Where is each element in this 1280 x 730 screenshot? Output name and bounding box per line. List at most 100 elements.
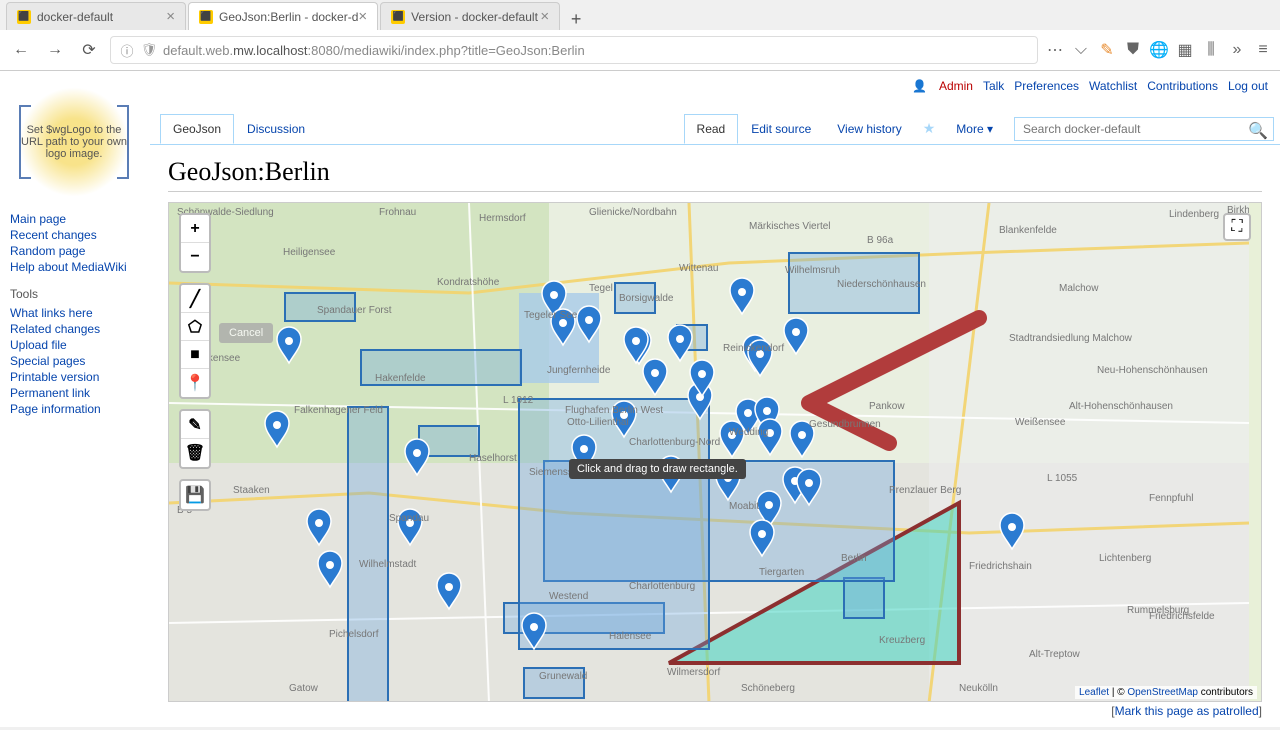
hamburger-icon[interactable]: ≡ [1254,41,1272,59]
cancel-button[interactable]: Cancel [219,323,273,343]
leaflet-link[interactable]: Leaflet [1079,687,1109,698]
map-place-label: Tiergarten [759,567,804,578]
patrol-footer: [Mark this page as patrolled] [168,704,1262,718]
tab-label: GeoJson:Berlin - docker-d [219,10,358,24]
contribs-link[interactable]: Contributions [1147,79,1218,93]
user-link[interactable]: Admin [939,79,973,93]
page: 👤 Admin Talk Preferences Watchlist Contr… [0,71,1280,727]
forward-button[interactable]: → [42,37,68,63]
mark-patrolled-link[interactable]: Mark this page as patrolled [1115,704,1259,718]
url-path: :8080/mediawiki/index.php?title=GeoJson:… [308,43,585,58]
map-place-label: Märkisches Viertel [749,221,831,232]
map-place-label: Prenzlauer Berg [889,485,961,496]
sidebar-tool-link[interactable]: Special pages [10,353,138,369]
address-bar-row: ← → ⟳ ⓘ 🛡 default.web.mw.localhost:8080/… [0,30,1280,70]
url-input[interactable]: ⓘ 🛡 default.web.mw.localhost:8080/mediaw… [110,36,1038,64]
save-icon[interactable]: 💾 [181,481,209,509]
delete-shapes-icon[interactable]: 🗑 [181,439,209,467]
prefs-link[interactable]: Preferences [1014,79,1079,93]
draw-rectangle-icon[interactable]: ■ [181,341,209,369]
map-place-label: Friedrichshain [969,561,1032,572]
watchlist-link[interactable]: Watchlist [1089,79,1137,93]
close-icon[interactable]: × [166,8,175,25]
map-place-label: Stadtrandsiedlung Malchow [1009,333,1133,344]
tab-namespace[interactable]: GeoJson [160,114,234,144]
back-button[interactable]: ← [8,37,34,63]
sidebar-link[interactable]: Random page [10,243,138,259]
map-place-label: Otto-Lilienthal [567,417,629,428]
edit-shapes-icon[interactable]: ✎ [181,411,209,439]
map-place-label: Fennpfuhl [1149,493,1193,504]
favicon: ⬛ [17,10,31,24]
meatball-icon[interactable]: ⋯ [1046,41,1064,59]
map[interactable]: FrohnauSchönwalde-SiedlungHermsdorfGlien… [168,202,1262,702]
wiki-logo[interactable]: Set $wgLogo to the URL path to your own … [19,87,129,197]
logo-text: Set $wgLogo to the URL path to your own … [19,124,129,160]
pocket-icon[interactable]: ⌵ [1072,41,1090,59]
sidebar-tool-link[interactable]: Related changes [10,321,138,337]
sidebar-tool-link[interactable]: Page information [10,401,138,417]
sidebar-tool-link[interactable]: Permanent link [10,385,138,401]
map-place-label: Blankenfelde [999,225,1057,236]
sidebar-tool-link[interactable]: Upload file [10,337,138,353]
map-place-label: L 1055 [1047,473,1078,484]
grid-icon[interactable]: ▦ [1176,41,1194,59]
zoom-out-button[interactable]: − [181,243,209,271]
close-icon[interactable]: × [358,8,367,25]
draw-marker-icon[interactable]: 📍 [181,369,209,397]
logout-link[interactable]: Log out [1228,79,1268,93]
reload-button[interactable]: ⟳ [76,37,102,63]
sidebar-tools: Tools What links hereRelated changesUplo… [10,287,138,417]
new-tab-button[interactable]: + [562,9,590,30]
tab-discussion[interactable]: Discussion [234,114,318,144]
map-place-label: Neukölln [959,683,998,694]
sidebar-link[interactable]: Recent changes [10,227,138,243]
map-place-label: Flughafen Berlin West [565,405,663,416]
watch-star-icon[interactable]: ★ [915,113,944,144]
sidebar-link[interactable]: Main page [10,211,138,227]
map-place-label: Kondratshöhe [437,277,500,288]
map-place-label: Wilhelmstadt [359,559,416,570]
search-input[interactable] [1014,117,1274,141]
map-place-label: Hermsdorf [479,213,526,224]
sidebar: Set $wgLogo to the URL path to your own … [0,71,148,439]
barcode-icon[interactable]: ⫼ [1202,41,1220,59]
info-icon[interactable]: ⓘ [119,42,135,58]
tab-more[interactable]: More ▾ [943,114,1006,144]
sidebar-nav: Main pageRecent changesRandom pageHelp a… [10,211,138,275]
fullscreen-button[interactable]: ⛶ [1223,213,1251,241]
map-shape-rect[interactable] [844,578,884,618]
zoom-in-button[interactable]: + [181,215,209,243]
sidebar-tool-link[interactable]: Printable version [10,369,138,385]
sidebar-link[interactable]: Help about MediaWiki [10,259,138,275]
url-domain: mw.localhost [233,43,307,58]
map-place-label: Borsigwalde [619,293,674,304]
tab-edit[interactable]: Edit source [738,114,824,144]
favicon: ⬛ [199,10,213,24]
search-icon[interactable]: 🔍 [1248,121,1268,135]
globe-icon[interactable]: 🌐 [1150,41,1168,59]
sidebar-tool-link[interactable]: What links here [10,305,138,321]
draw-tooltip: Click and drag to draw rectangle. [569,459,746,479]
map-place-label: Haselhorst [469,453,517,464]
tab-read[interactable]: Read [684,114,739,144]
browser-chrome: ⬛ docker-default × ⬛ GeoJson:Berlin - do… [0,0,1280,71]
shield-icon[interactable]: 🛡 [141,42,157,58]
tab-history[interactable]: View history [824,114,914,144]
talk-link[interactable]: Talk [983,79,1004,93]
map-place-label: Reinickendorf [723,343,784,354]
user-icon: 👤 [912,79,927,93]
overflow-icon[interactable]: » [1228,41,1246,59]
map-shape-rect[interactable] [348,407,388,702]
browser-tab[interactable]: ⬛ docker-default × [6,2,186,30]
map-canvas[interactable]: FrohnauSchönwalde-SiedlungHermsdorfGlien… [169,203,1249,702]
browser-tab[interactable]: ⬛ Version - docker-default × [380,2,560,30]
draw-line-icon[interactable]: ╱ [181,285,209,313]
tab-strip: ⬛ docker-default × ⬛ GeoJson:Berlin - do… [0,0,1280,30]
extension-icon[interactable]: ✎ [1098,41,1116,59]
shield-ext-icon[interactable]: ⛊ [1124,41,1142,59]
close-icon[interactable]: × [540,8,549,25]
osm-link[interactable]: OpenStreetMap [1127,687,1198,698]
draw-polygon-icon[interactable]: ⬠ [181,313,209,341]
browser-tab-active[interactable]: ⬛ GeoJson:Berlin - docker-d × [188,2,378,30]
